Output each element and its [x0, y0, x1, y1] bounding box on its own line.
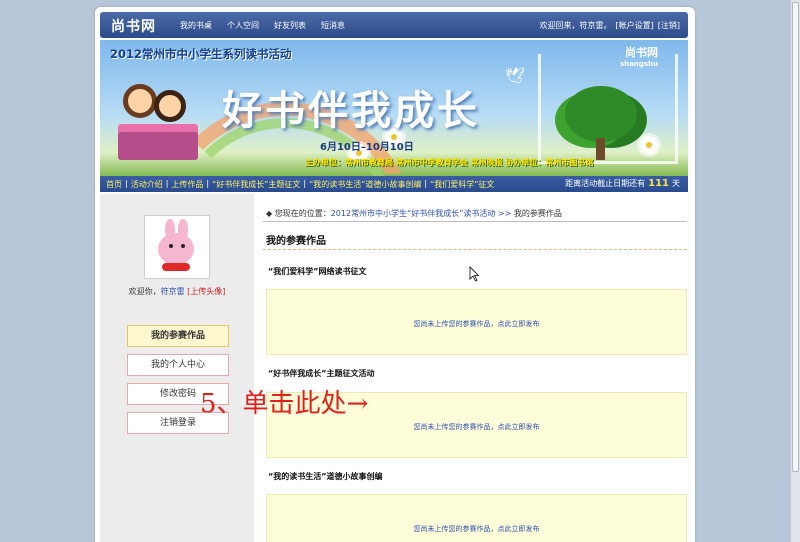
entry-box-science-essay[interactable]: 您尚未上传您的参赛作品，点此立即发布: [266, 289, 687, 355]
menu-my-entries-button[interactable]: 我的参赛作品: [127, 325, 229, 347]
bunny-eye-right: [181, 244, 185, 248]
bunny-eye-left: [169, 244, 173, 248]
account-area: 欢迎回来，符京雷。 [帐户设置] [注销]: [540, 20, 681, 31]
mouse-cursor-icon: [469, 266, 480, 282]
welcome-greeting: 欢迎回来，符京雷。: [539, 21, 612, 30]
page-title: 我的参赛作品: [266, 236, 326, 247]
upload-avatar-link[interactable]: [上传头像]: [187, 287, 225, 296]
child-girl-graphic: [154, 90, 186, 122]
breadcrumb-prefix: ◆ 您现在的位置：: [266, 209, 331, 218]
tree-trunk-graphic: [596, 138, 605, 160]
main-content: ◆ 您现在的位置：2012常州市中小学生“好书伴我成长”读书活动 >> 我的参赛…: [263, 203, 687, 542]
children-reading-illustration: [118, 84, 198, 164]
tree-graphic: [565, 86, 637, 142]
event-banner: 🕊 2012常州市中小学生系列读书活动 好书伴我成长 6月10日–10月10日 …: [100, 40, 688, 177]
tutorial-annotation: 5、单击此处→: [200, 389, 369, 419]
entry-box-story-creation[interactable]: 您尚未上传您的参赛作品，点此立即发布: [266, 494, 687, 542]
subnav-links: 首页 | 活动介绍 | 上传作品 | “好书伴我成长”主题征文 | “我的读书生活”道德…: [106, 179, 495, 190]
days-left-count: 111: [648, 178, 669, 189]
child-boy-graphic: [123, 84, 157, 118]
deadline-countdown: 距离活动截止日期还有 111 天: [565, 178, 680, 189]
welcome-prefix: 欢迎你，: [128, 287, 161, 296]
nav-messages[interactable]: 短消息: [321, 20, 345, 31]
publish-entry-link[interactable]: 您尚未上传您的参赛作品，点此立即发布: [414, 422, 540, 432]
banner-event-title: 2012常州市中小学生系列读书活动: [110, 47, 292, 61]
days-unit: 天: [672, 179, 680, 188]
deadline-prefix: 距离活动截止日期还有: [565, 179, 646, 188]
dove-icon: 🕊: [505, 66, 526, 85]
publish-entry-link[interactable]: 您尚未上传您的参赛作品，点此立即发布: [414, 319, 540, 329]
publish-entry-link[interactable]: 您尚未上传您的参赛作品，点此立即发布: [414, 524, 540, 534]
subnav-story-creation[interactable]: “我的读书生活”道德小故事创编: [309, 179, 421, 190]
subnav-upload[interactable]: 上传作品: [171, 179, 203, 190]
subnav-science-essay[interactable]: “我们爱科学”征文: [430, 179, 494, 190]
breadcrumb: ◆ 您现在的位置：2012常州市中小学生“好书伴我成长”读书活动 >> 我的参赛…: [266, 208, 562, 219]
banner-brand-en: shangshu: [619, 60, 658, 68]
site-logo[interactable]: 尚书网: [111, 16, 156, 36]
logout-link[interactable]: [注销]: [658, 20, 680, 31]
nav-my-desk[interactable]: 我的书桌: [180, 20, 212, 31]
sidebar-welcome: 欢迎你，符京雷 [上传头像]: [100, 286, 254, 297]
account-settings-link[interactable]: [帐户设置]: [616, 20, 654, 31]
breadcrumb-current: 我的参赛作品: [513, 209, 562, 218]
top-navigation-bar: 尚书网 我的书桌 个人空间 好友列表 短消息 欢迎回来，符京雷。 [帐户设置] …: [100, 12, 688, 38]
main-nav: 我的书桌 个人空间 好友列表 短消息: [180, 20, 345, 31]
breadcrumb-activity-link[interactable]: 2012常州市中小学生“好书伴我成长”读书活动: [331, 209, 496, 218]
banner-brand: 尚书网 shangshu: [620, 44, 658, 68]
bunny-avatar-icon: [158, 233, 194, 265]
bunny-scarf: [162, 263, 190, 271]
banner-slogan: 好书伴我成长: [222, 88, 480, 134]
section-title-science-essay: “我们爱科学”网络读书征文: [268, 267, 367, 276]
divider: [263, 221, 687, 222]
nav-friends-list[interactable]: 好友列表: [274, 20, 306, 31]
banner-dates: 6月10日–10月10日: [320, 142, 414, 153]
breadcrumb-separator: >>: [497, 209, 512, 218]
activity-subnav: 首页 | 活动介绍 | 上传作品 | “好书伴我成长”主题征文 | “我的读书生活”道德…: [100, 176, 688, 192]
banner-hosts: 主办单位：常州市教育局 常州市中学教育学会 常州晚报 协办单位：常州市图书馆: [305, 158, 594, 167]
nav-personal-space[interactable]: 个人空间: [227, 20, 259, 31]
daisy-icon: [640, 136, 658, 154]
banner-brand-cn: 尚书网: [625, 46, 658, 59]
dashed-divider: [263, 249, 687, 250]
user-sidebar: 欢迎你，符京雷 [上传头像] 我的参赛作品 我的个人中心 修改密码 注销登录: [100, 194, 254, 542]
book-stack-graphic: [118, 132, 198, 160]
avatar: [144, 215, 210, 279]
subnav-home[interactable]: 首页: [106, 179, 122, 190]
section-title-story-creation: “我的读书生活”道德小故事创编: [268, 472, 383, 481]
scrollbar-thumb[interactable]: [792, 2, 799, 472]
subnav-intro[interactable]: 活动介绍: [131, 179, 163, 190]
vertical-scrollbar[interactable]: [790, 0, 800, 542]
subnav-essay-theme[interactable]: “好书伴我成长”主题征文: [212, 179, 300, 190]
username-link[interactable]: 符京雷: [161, 287, 185, 296]
menu-personal-center-button[interactable]: 我的个人中心: [127, 354, 229, 376]
section-title-theme-essay: “好书伴我成长”主题征文活动: [268, 369, 375, 378]
page-frame: 尚书网 我的书桌 个人空间 好友列表 短消息 欢迎回来，符京雷。 [帐户设置] …: [95, 7, 695, 542]
